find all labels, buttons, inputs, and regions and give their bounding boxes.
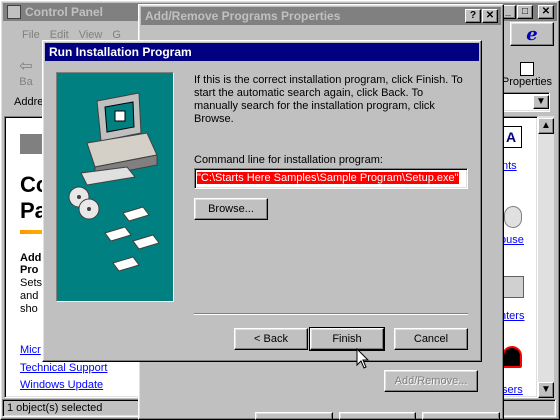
- fonts-link[interactable]: nts: [502, 160, 517, 172]
- back-arrow-icon: ⇦: [19, 58, 33, 75]
- maximize-button[interactable]: □: [517, 5, 533, 19]
- side-desc-1: Sets: [20, 277, 43, 289]
- side-desc-2: and: [20, 290, 39, 302]
- windows-update-link[interactable]: Windows Update: [20, 379, 103, 391]
- status-text: 1 object(s) selected: [7, 402, 103, 414]
- command-line-label: Command line for installation program:: [194, 154, 383, 166]
- arp-help-button[interactable]: ?: [465, 9, 481, 23]
- side-title-line1: Add: [20, 252, 42, 264]
- vertical-scrollbar[interactable]: [538, 116, 554, 398]
- technical-support-link[interactable]: Technical Support: [20, 362, 107, 374]
- properties-label: Properties: [501, 76, 553, 88]
- address-label: Addre: [14, 96, 44, 108]
- add-remove-button[interactable]: Add/Remove...: [384, 370, 478, 392]
- command-line-value: "C:\Starts Here Samples\Sample Program\S…: [197, 172, 459, 184]
- separator-line: [194, 313, 468, 315]
- side-title-line2: Pro: [20, 264, 39, 276]
- control-panel-folder-icon: [20, 134, 44, 154]
- instructions-text: If this is the correct installation prog…: [194, 74, 463, 125]
- users-icon[interactable]: [502, 346, 522, 368]
- scroll-down-button[interactable]: ▼: [538, 382, 554, 398]
- close-button[interactable]: ✕: [538, 5, 554, 19]
- command-line-field[interactable]: "C:\Starts Here Samples\Sample Program\S…: [194, 168, 468, 189]
- browse-button[interactable]: Browse...: [194, 198, 268, 220]
- scroll-up-button[interactable]: ▲: [538, 118, 554, 134]
- arp-close-button[interactable]: ✕: [482, 9, 498, 23]
- computer-and-disks-icon: [68, 92, 160, 272]
- back-button[interactable]: < Back: [234, 328, 308, 350]
- arp-title: Add/Remove Programs Properties: [145, 9, 341, 23]
- arp-bottom-buttons: [255, 412, 501, 420]
- ie-logo-icon: e: [510, 22, 554, 46]
- microsoft-link[interactable]: Micr: [20, 344, 41, 356]
- address-dropdown-button[interactable]: ▼: [533, 95, 549, 109]
- users-link[interactable]: sers: [502, 384, 523, 396]
- status-bar: 1 object(s) selected: [2, 399, 140, 417]
- cancel-button[interactable]: Cancel: [394, 328, 468, 350]
- run-install-title: Run Installation Program: [49, 45, 192, 59]
- run-install-titlebar[interactable]: Run Installation Program: [45, 43, 479, 61]
- back-toolbar-label: Ba: [19, 76, 33, 88]
- menu-file[interactable]: File: [22, 29, 40, 41]
- side-desc-3: sho: [20, 303, 38, 315]
- properties-icon: [520, 62, 534, 76]
- properties-toolbar-button[interactable]: Properties: [496, 52, 558, 88]
- control-panel-title: Control Panel: [25, 5, 104, 19]
- back-toolbar-button[interactable]: ⇦ Ba: [6, 48, 46, 88]
- install-illustration: [56, 72, 174, 302]
- mouse-icon[interactable]: [504, 206, 522, 228]
- arp-titlebar[interactable]: Add/Remove Programs Properties: [141, 7, 501, 25]
- control-panel-icon: [7, 5, 21, 19]
- finish-button[interactable]: Finish: [309, 327, 385, 351]
- mouse-pointer-icon: [356, 348, 370, 369]
